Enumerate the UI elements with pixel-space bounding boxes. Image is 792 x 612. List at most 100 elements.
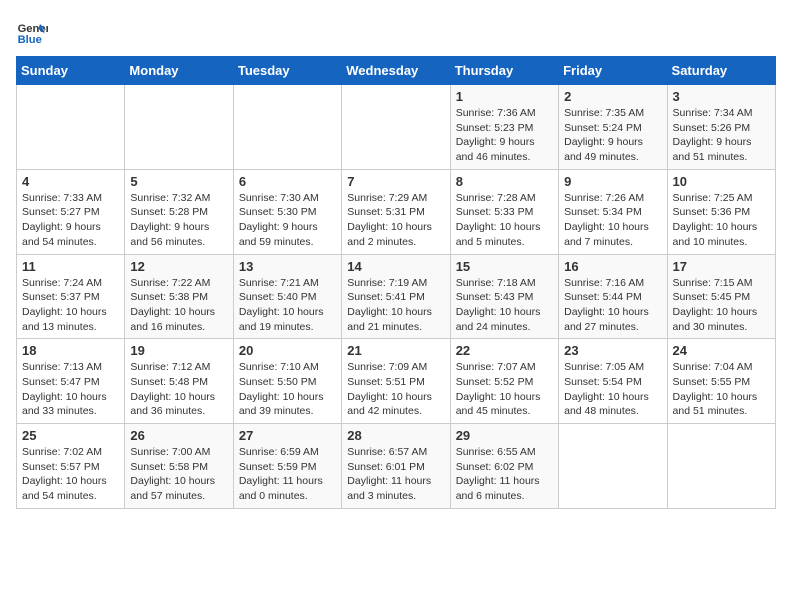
calendar-cell: 15 Sunrise: 7:18 AMSunset: 5:43 PMDayligh… [450,254,558,339]
day-info: Sunrise: 7:13 AMSunset: 5:47 PMDaylight:… [22,360,119,419]
calendar-cell: 23 Sunrise: 7:05 AMSunset: 5:54 PMDayligh… [559,339,667,424]
page-header: General Blue [16,16,776,48]
day-info: Sunrise: 7:09 AMSunset: 5:51 PMDaylight:… [347,360,444,419]
calendar-table: SundayMondayTuesdayWednesdayThursdayFrid… [16,56,776,509]
calendar-cell [667,424,775,509]
dow-header-sunday: Sunday [17,57,125,85]
day-number: 27 [239,428,336,443]
svg-text:General: General [18,23,48,35]
dow-header-tuesday: Tuesday [233,57,341,85]
day-info: Sunrise: 7:16 AMSunset: 5:44 PMDaylight:… [564,276,661,335]
calendar-cell [559,424,667,509]
calendar-cell: 25 Sunrise: 7:02 AMSunset: 5:57 PMDayligh… [17,424,125,509]
calendar-cell: 12 Sunrise: 7:22 AMSunset: 5:38 PMDayligh… [125,254,233,339]
calendar-cell: 24 Sunrise: 7:04 AMSunset: 5:55 PMDayligh… [667,339,775,424]
day-number: 9 [564,174,661,189]
day-info: Sunrise: 7:25 AMSunset: 5:36 PMDaylight:… [673,191,770,250]
calendar-cell: 11 Sunrise: 7:24 AMSunset: 5:37 PMDayligh… [17,254,125,339]
day-number: 15 [456,259,553,274]
svg-text:Blue: Blue [18,34,42,46]
calendar-cell: 29Sunrise: 6:55 AMSunset: 6:02 PMDayligh… [450,424,558,509]
day-info: Sunrise: 7:05 AMSunset: 5:54 PMDaylight:… [564,360,661,419]
calendar-cell: 20Sunrise: 7:10 AMSunset: 5:50 PMDayligh… [233,339,341,424]
calendar-cell: 21 Sunrise: 7:09 AMSunset: 5:51 PMDayligh… [342,339,450,424]
day-info: Sunrise: 7:18 AMSunset: 5:43 PMDaylight:… [456,276,553,335]
logo-icon: General Blue [16,16,48,48]
day-info: Sunrise: 7:30 AMSunset: 5:30 PMDaylight:… [239,191,336,250]
calendar-cell [17,85,125,170]
day-number: 8 [456,174,553,189]
calendar-cell: 28 Sunrise: 6:57 AMSunset: 6:01 PMDayligh… [342,424,450,509]
dow-header-friday: Friday [559,57,667,85]
dow-header-saturday: Saturday [667,57,775,85]
day-info: Sunrise: 7:21 AMSunset: 5:40 PMDaylight:… [239,276,336,335]
dow-header-monday: Monday [125,57,233,85]
day-info: Sunrise: 7:35 AMSunset: 5:24 PMDaylight:… [564,106,661,165]
day-info: Sunrise: 7:29 AMSunset: 5:31 PMDaylight:… [347,191,444,250]
day-info: Sunrise: 7:28 AMSunset: 5:33 PMDaylight:… [456,191,553,250]
calendar-cell: 8 Sunrise: 7:28 AMSunset: 5:33 PMDaylight… [450,169,558,254]
calendar-cell: 16 Sunrise: 7:16 AMSunset: 5:44 PMDayligh… [559,254,667,339]
day-number: 1 [456,89,553,104]
day-info: Sunrise: 7:12 AMSunset: 5:48 PMDaylight:… [130,360,227,419]
calendar-cell [342,85,450,170]
day-info: Sunrise: 7:19 AMSunset: 5:41 PMDaylight:… [347,276,444,335]
day-info: Sunrise: 7:33 AMSunset: 5:27 PMDaylight:… [22,191,119,250]
day-info: Sunrise: 7:36 AMSunset: 5:23 PMDaylight:… [456,106,553,165]
day-number: 12 [130,259,227,274]
day-info: Sunrise: 7:32 AMSunset: 5:28 PMDaylight:… [130,191,227,250]
calendar-cell: 6 Sunrise: 7:30 AMSunset: 5:30 PMDaylight… [233,169,341,254]
day-number: 16 [564,259,661,274]
calendar-cell [233,85,341,170]
day-number: 19 [130,343,227,358]
calendar-cell: 13 Sunrise: 7:21 AMSunset: 5:40 PMDayligh… [233,254,341,339]
calendar-cell: 5 Sunrise: 7:32 AMSunset: 5:28 PMDaylight… [125,169,233,254]
day-number: 4 [22,174,119,189]
day-number: 24 [673,343,770,358]
day-info: Sunrise: 7:02 AMSunset: 5:57 PMDaylight:… [22,445,119,504]
calendar-cell: 4 Sunrise: 7:33 AMSunset: 5:27 PMDaylight… [17,169,125,254]
calendar-cell: 14 Sunrise: 7:19 AMSunset: 5:41 PMDayligh… [342,254,450,339]
day-number: 18 [22,343,119,358]
day-number: 3 [673,89,770,104]
calendar-cell: 19 Sunrise: 7:12 AMSunset: 5:48 PMDayligh… [125,339,233,424]
day-number: 21 [347,343,444,358]
calendar-cell: 7 Sunrise: 7:29 AMSunset: 5:31 PMDaylight… [342,169,450,254]
calendar-cell: 9 Sunrise: 7:26 AMSunset: 5:34 PMDaylight… [559,169,667,254]
day-number: 28 [347,428,444,443]
calendar-cell: 17Sunrise: 7:15 AMSunset: 5:45 PMDayligh… [667,254,775,339]
day-number: 25 [22,428,119,443]
calendar-cell: 3 Sunrise: 7:34 AMSunset: 5:26 PMDaylight… [667,85,775,170]
day-number: 22 [456,343,553,358]
day-number: 14 [347,259,444,274]
day-number: 6 [239,174,336,189]
day-info: Sunrise: 7:07 AMSunset: 5:52 PMDaylight:… [456,360,553,419]
day-info: Sunrise: 7:22 AMSunset: 5:38 PMDaylight:… [130,276,227,335]
day-number: 7 [347,174,444,189]
calendar-cell: 22 Sunrise: 7:07 AMSunset: 5:52 PMDayligh… [450,339,558,424]
day-number: 23 [564,343,661,358]
day-number: 13 [239,259,336,274]
day-info: Sunrise: 6:59 AMSunset: 5:59 PMDaylight:… [239,445,336,504]
dow-header-wednesday: Wednesday [342,57,450,85]
day-number: 17 [673,259,770,274]
day-number: 5 [130,174,227,189]
day-number: 10 [673,174,770,189]
calendar-cell: 18 Sunrise: 7:13 AMSunset: 5:47 PMDayligh… [17,339,125,424]
calendar-cell: 2 Sunrise: 7:35 AMSunset: 5:24 PMDaylight… [559,85,667,170]
day-info: Sunrise: 7:10 AMSunset: 5:50 PMDaylight:… [239,360,336,419]
day-info: Sunrise: 7:24 AMSunset: 5:37 PMDaylight:… [22,276,119,335]
calendar-cell: 1 Sunrise: 7:36 AMSunset: 5:23 PMDaylight… [450,85,558,170]
calendar-cell: 26Sunrise: 7:00 AMSunset: 5:58 PMDayligh… [125,424,233,509]
calendar-cell: 10 Sunrise: 7:25 AMSunset: 5:36 PMDayligh… [667,169,775,254]
day-number: 29 [456,428,553,443]
day-info: Sunrise: 7:26 AMSunset: 5:34 PMDaylight:… [564,191,661,250]
day-info: Sunrise: 6:57 AMSunset: 6:01 PMDaylight:… [347,445,444,504]
day-info: Sunrise: 7:34 AMSunset: 5:26 PMDaylight:… [673,106,770,165]
dow-header-thursday: Thursday [450,57,558,85]
day-info: Sunrise: 7:04 AMSunset: 5:55 PMDaylight:… [673,360,770,419]
logo: General Blue [16,16,48,48]
day-number: 2 [564,89,661,104]
day-number: 11 [22,259,119,274]
day-number: 26 [130,428,227,443]
